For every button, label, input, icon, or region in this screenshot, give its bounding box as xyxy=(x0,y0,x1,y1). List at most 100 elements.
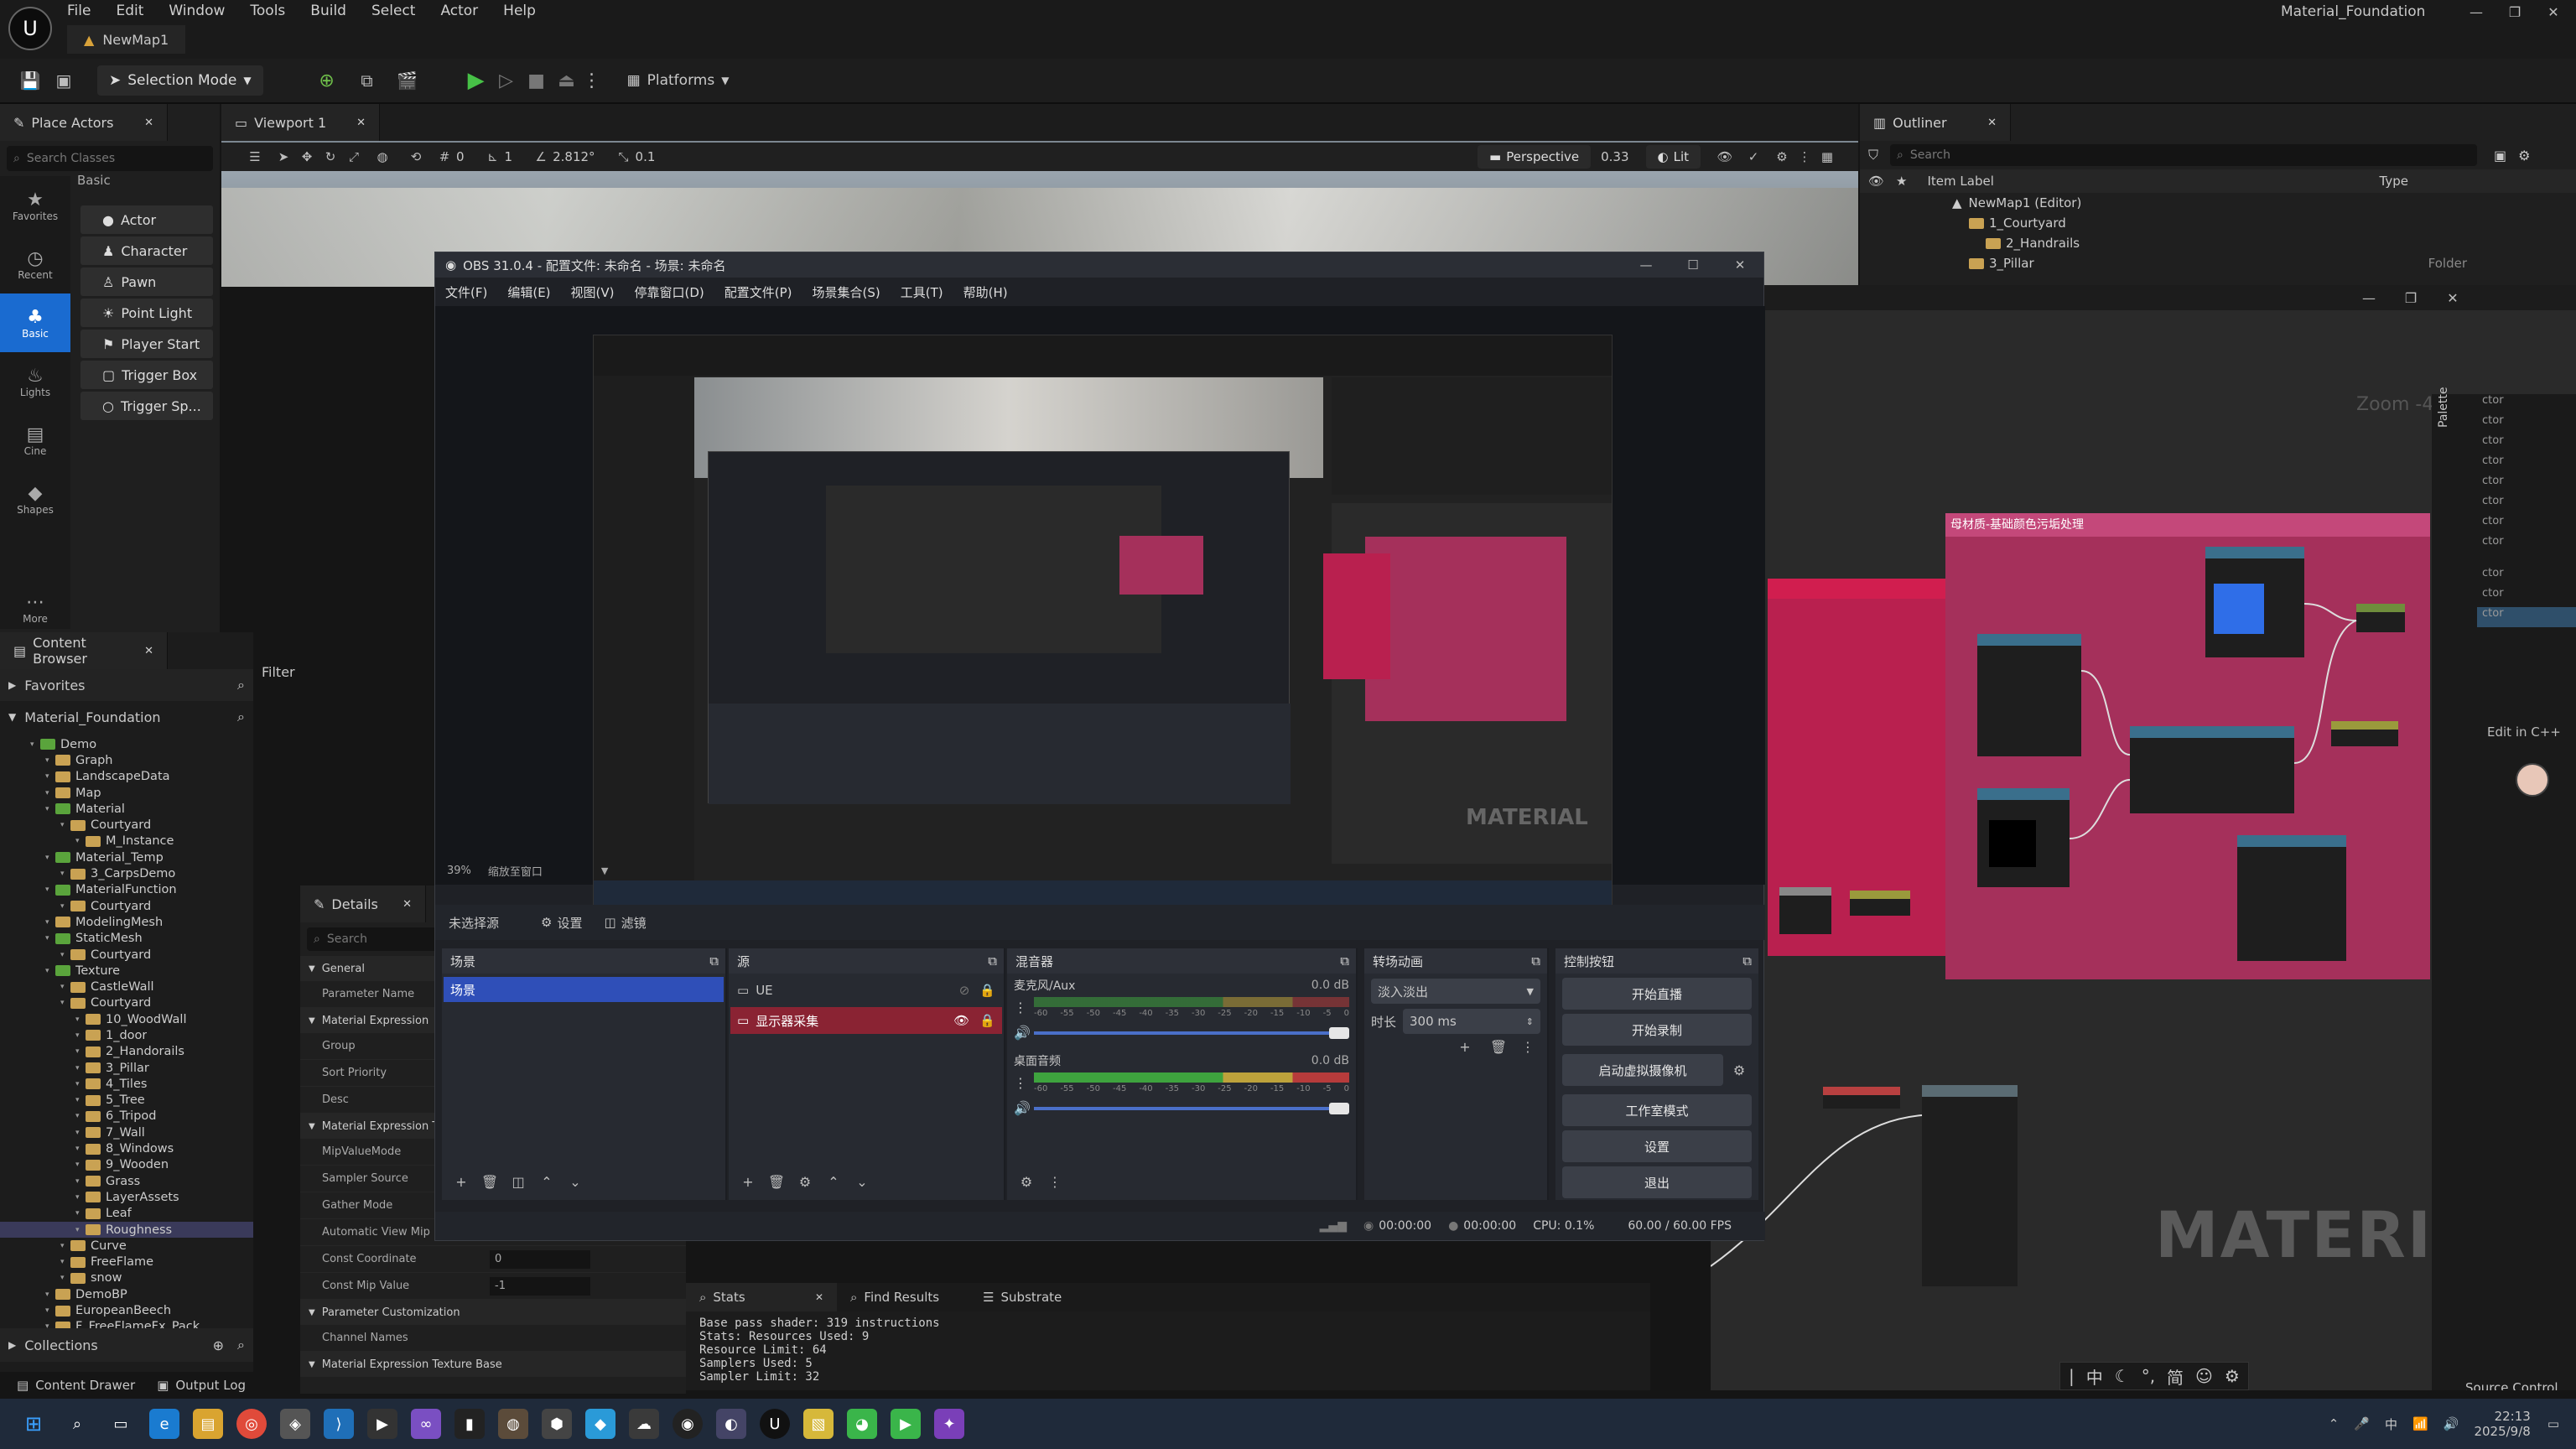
scale-icon[interactable]: ⤢ xyxy=(342,149,366,164)
folder-tree-item[interactable]: ▾ Courtyard xyxy=(0,817,253,833)
palette-item[interactable]: ctor xyxy=(2477,454,2576,475)
add-actor-icon[interactable]: ⊕ xyxy=(307,70,347,91)
folder-tree-item[interactable]: ▾ LayerAssets xyxy=(0,1189,253,1205)
folder-tree-item[interactable]: ▾ ModelingMesh xyxy=(0,914,253,930)
trash-icon[interactable]: 🗑 xyxy=(1482,1039,1515,1055)
lock-icon[interactable]: 🔒 xyxy=(979,1013,995,1028)
wechat-icon[interactable]: ◕ xyxy=(847,1409,877,1439)
folder-tree-item[interactable]: ▾ Leaf xyxy=(0,1206,253,1222)
actor-item[interactable]: ♟ Character xyxy=(80,236,213,265)
type-header[interactable]: Type xyxy=(2380,174,2408,189)
folder-tree-item[interactable]: ▾ 7_Wall xyxy=(0,1124,253,1140)
category-basic[interactable]: ♣ Basic xyxy=(0,293,70,352)
undock-icon[interactable]: ⧉ xyxy=(1531,953,1540,969)
chevron-up-icon[interactable]: ⌃ xyxy=(2329,1416,2340,1431)
arrow-up-icon[interactable]: ⌃ xyxy=(532,1174,561,1190)
menu-build[interactable]: Build xyxy=(310,3,346,19)
undock-icon[interactable]: ⧉ xyxy=(709,953,719,969)
lock-icon[interactable]: 🔒 xyxy=(979,983,995,998)
cmd-icon[interactable]: ▮ xyxy=(454,1409,485,1439)
punctuation-icon[interactable]: °, xyxy=(2142,1366,2155,1386)
folder-tree-item[interactable]: ▾ Graph xyxy=(0,752,253,768)
windows-start-icon[interactable]: ⊞ xyxy=(18,1409,49,1439)
start-recording-button[interactable]: 开始录制 xyxy=(1562,1014,1752,1046)
gear-icon[interactable]: ⚙ xyxy=(1727,1062,1752,1078)
chevron-down-icon[interactable]: ▾ xyxy=(45,854,55,862)
ime-icon[interactable]: 中 xyxy=(2385,1415,2397,1433)
settings-icon[interactable]: ⚙ xyxy=(2518,148,2530,164)
studio-mode-button[interactable]: 工作室模式 xyxy=(1562,1094,1752,1126)
ime-chinese-mode[interactable]: 中 xyxy=(2086,1364,2103,1389)
more-options-icon[interactable]: ⋮ xyxy=(1014,1075,1034,1091)
chevron-down-icon[interactable]: ▾ xyxy=(75,1112,86,1120)
outliner-row[interactable]: 3_Pillar Folder xyxy=(1860,253,2576,273)
camera-speed-value[interactable]: 0.33 xyxy=(1601,149,1628,164)
folder-tree-item[interactable]: ▾ 4_Tiles xyxy=(0,1076,253,1092)
chevron-down-icon[interactable]: ▾ xyxy=(45,967,55,975)
category-more[interactable]: ⋯ More xyxy=(0,579,70,637)
close-icon[interactable]: ✕ xyxy=(815,1291,823,1303)
mic-icon[interactable]: 🎤 xyxy=(2354,1416,2370,1431)
close-icon[interactable]: ✕ xyxy=(2534,4,2573,20)
menu-actor[interactable]: Actor xyxy=(440,3,478,19)
outliner-row[interactable]: ▲ NewMap1 (Editor) xyxy=(1860,193,2576,213)
category-recent[interactable]: ◷ Recent xyxy=(0,235,70,293)
unreal-logo-icon[interactable]: U xyxy=(8,7,52,50)
notes-icon[interactable]: ▧ xyxy=(803,1409,834,1439)
chevron-down-icon[interactable]: ▾ xyxy=(60,821,70,829)
chevron-down-icon[interactable]: ▾ xyxy=(60,902,70,911)
viewport-tab[interactable]: ▭ Viewport 1 ✕ xyxy=(221,104,381,141)
find-results-tab[interactable]: ⌕ Find Results xyxy=(837,1290,953,1305)
actor-item[interactable]: ⚑ Player Start xyxy=(80,330,213,358)
folder-tree-item[interactable]: ▾ M_Instance xyxy=(0,834,253,849)
chevron-down-icon[interactable]: ▾ xyxy=(75,1096,86,1104)
folder-tree-item[interactable]: ▾ Texture xyxy=(0,963,253,979)
eject-icon[interactable]: ⏏ xyxy=(552,70,582,91)
chevron-down-icon[interactable]: ▾ xyxy=(75,1209,86,1218)
collections-row[interactable]: ▶ Collections ⊕ ⌕ xyxy=(0,1328,253,1362)
menu-select[interactable]: Select xyxy=(371,3,415,19)
chevron-down-icon[interactable]: ▾ xyxy=(60,1258,70,1266)
item-label-header[interactable]: Item Label xyxy=(1928,174,1994,189)
gear-icon[interactable]: ⚙ xyxy=(791,1174,819,1190)
blueprint-icon[interactable]: ⧉ xyxy=(347,70,387,91)
network-icon[interactable]: 📶 xyxy=(2412,1416,2428,1431)
folder-tree-item[interactable]: ▾ 3_Pillar xyxy=(0,1060,253,1076)
volume-slider[interactable] xyxy=(1034,1102,1349,1114)
material-graph[interactable]: — ❐ ✕ Zoom -4 母材质-基础颜色污垢处理 MATERIAL Pale… xyxy=(1711,285,2576,1390)
search-icon[interactable]: ⌕ xyxy=(237,677,245,693)
chrome-icon[interactable]: ◎ xyxy=(236,1409,267,1439)
minimize-icon[interactable]: — xyxy=(2457,4,2496,20)
rotate-icon[interactable]: ↻ xyxy=(319,149,342,164)
angle-snap-icon[interactable]: ∠ xyxy=(529,149,553,164)
folder-tree-item[interactable]: ▾ 2_Handorails xyxy=(0,1044,253,1060)
source-item[interactable]: ▭ UE ⊘ 🔒 xyxy=(730,977,1002,1004)
notification-icon[interactable]: ▭ xyxy=(2547,1416,2559,1431)
performance-icon[interactable]: ✓ xyxy=(1739,149,1768,164)
app-icon[interactable]: ⬢ xyxy=(542,1409,572,1439)
folder-tree-item[interactable]: ▾ Curve xyxy=(0,1238,253,1254)
folder-tree-item[interactable]: ▾ 10_WoodWall xyxy=(0,1011,253,1027)
search-icon[interactable]: ⌕ xyxy=(237,1337,245,1353)
category-lights[interactable]: ♨ Lights xyxy=(0,352,70,411)
outliner-search[interactable]: ⌕ Search xyxy=(1890,144,2478,166)
file-explorer-icon[interactable]: ▤ xyxy=(193,1409,223,1439)
stop-icon[interactable]: ■ xyxy=(522,70,552,91)
rotation-snap-icon[interactable]: ⊾ xyxy=(481,149,505,164)
chevron-down-icon[interactable]: ▾ xyxy=(60,983,70,991)
more-options-icon[interactable]: ⋮ xyxy=(582,70,602,91)
obs-menu-help[interactable]: 帮助(H) xyxy=(963,283,1008,301)
folder-tree-item[interactable]: ▾ snow xyxy=(0,1270,253,1286)
trash-icon[interactable]: 🗑 xyxy=(475,1174,504,1190)
chevron-down-icon[interactable]: ▾ xyxy=(45,756,55,765)
source-control-label[interactable]: Source Control xyxy=(2465,1380,2558,1390)
obs-menu-scene-collection[interactable]: 场景集合(S) xyxy=(813,283,880,301)
property-value-input[interactable]: -1 xyxy=(490,1276,590,1296)
close-icon[interactable]: ✕ xyxy=(144,117,153,129)
chevron-down-icon[interactable]: ▾ xyxy=(45,1291,55,1299)
folder-tree-item[interactable]: ▾ Courtyard xyxy=(0,995,253,1011)
filter-icon[interactable]: ⛉ xyxy=(1868,147,1878,164)
selection-mode-button[interactable]: ➤ Selection Mode ▼ xyxy=(97,65,263,96)
eye-icon[interactable]: 👁 xyxy=(953,1013,969,1028)
stats-tab[interactable]: ⌕ Stats ✕ xyxy=(686,1283,837,1311)
